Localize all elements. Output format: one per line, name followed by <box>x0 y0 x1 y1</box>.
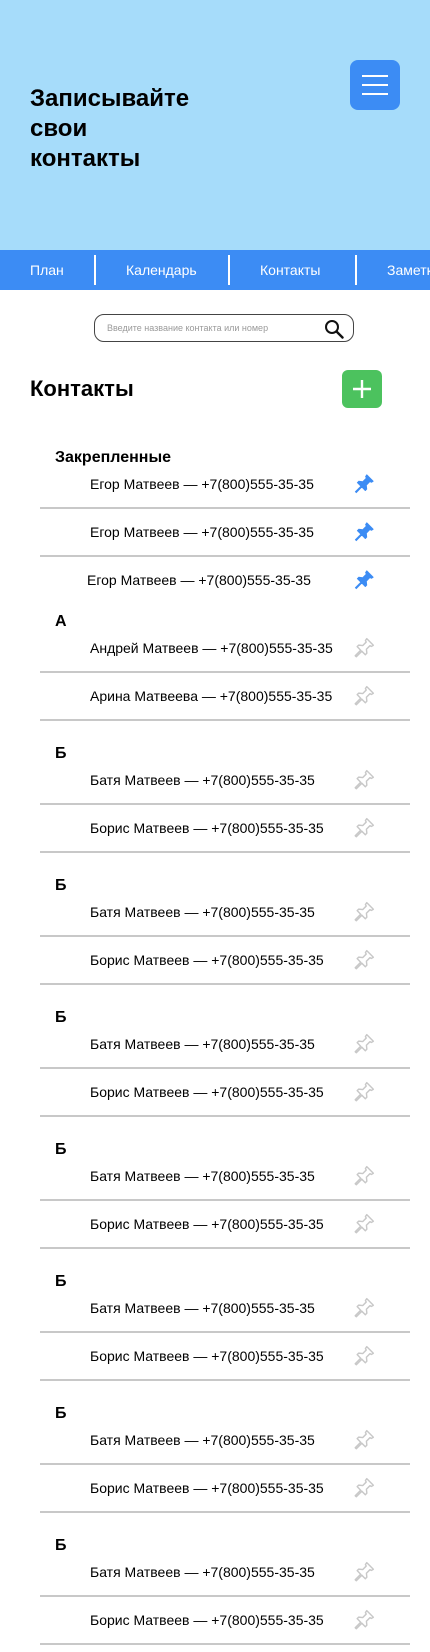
row-divider <box>40 803 410 805</box>
plus-icon <box>353 380 371 398</box>
hero-banner: Записывайте свои контакты <box>0 0 430 250</box>
contact-row-text[interactable]: Егор Матвеев — +7(800)555-35-35 <box>90 475 314 493</box>
nav-divider <box>228 255 230 285</box>
contact-row-text[interactable]: Борис Матвеев — +7(800)555-35-35 <box>90 1479 324 1497</box>
contact-row-text[interactable]: Борис Матвеев — +7(800)555-35-35 <box>90 1347 324 1365</box>
section-title: А <box>55 613 67 630</box>
contact-row-text[interactable]: Борис Матвеев — +7(800)555-35-35 <box>90 1215 324 1233</box>
contact-row-text[interactable]: Борис Матвеев — +7(800)555-35-35 <box>90 1611 324 1629</box>
contact-row-text[interactable]: Борис Матвеев — +7(800)555-35-35 <box>90 819 324 837</box>
pin-outline-icon[interactable] <box>353 1165 375 1187</box>
pin-outline-icon[interactable] <box>353 1033 375 1055</box>
nav-divider <box>355 255 357 285</box>
section-title: Б <box>55 1009 67 1026</box>
pin-filled-icon[interactable] <box>353 569 375 591</box>
row-divider <box>40 983 410 985</box>
pin-outline-icon[interactable] <box>353 1081 375 1103</box>
contact-row-text[interactable]: Егор Матвеев — +7(800)555-35-35 <box>87 571 311 589</box>
row-divider <box>40 1331 410 1333</box>
section-title: Б <box>55 745 67 762</box>
nav-item-notes[interactable]: Заметки <box>387 250 430 290</box>
section-title: Б <box>55 1141 67 1158</box>
contact-row-text[interactable]: Борис Матвеев — +7(800)555-35-35 <box>90 1083 324 1101</box>
search-icon[interactable] <box>324 319 344 339</box>
menu-line <box>362 84 388 86</box>
contact-row-text[interactable]: Батя Матвеев — +7(800)555-35-35 <box>90 1299 315 1317</box>
hero-title: Записывайте свои контакты <box>30 85 190 172</box>
section-title: Б <box>55 877 67 894</box>
row-divider <box>40 1643 410 1645</box>
row-divider <box>40 1115 410 1117</box>
pin-outline-icon[interactable] <box>353 1609 375 1631</box>
pin-outline-icon[interactable] <box>353 769 375 791</box>
contact-row-text[interactable]: Батя Матвеев — +7(800)555-35-35 <box>90 1035 315 1053</box>
row-divider <box>40 1199 410 1201</box>
contact-row-text[interactable]: Батя Матвеев — +7(800)555-35-35 <box>90 1431 315 1449</box>
pin-outline-icon[interactable] <box>353 1297 375 1319</box>
pin-outline-icon[interactable] <box>353 637 375 659</box>
row-divider <box>40 507 410 509</box>
pin-outline-icon[interactable] <box>353 901 375 923</box>
pin-filled-icon[interactable] <box>353 521 375 543</box>
pin-filled-icon[interactable] <box>353 473 375 495</box>
nav-item-contacts[interactable]: Контакты <box>260 250 320 290</box>
row-divider <box>40 555 410 557</box>
row-divider <box>40 935 410 937</box>
top-nav: План Календарь Контакты Заметки <box>0 250 430 290</box>
row-divider <box>40 719 410 721</box>
section-title: Б <box>55 1405 67 1422</box>
row-divider <box>40 671 410 673</box>
pin-outline-icon[interactable] <box>353 1561 375 1583</box>
contact-row-text[interactable]: Арина Матвеева — +7(800)555-35-35 <box>90 687 332 705</box>
pin-outline-icon[interactable] <box>353 1429 375 1451</box>
contact-row-text[interactable]: Егор Матвеев — +7(800)555-35-35 <box>90 523 314 541</box>
pin-outline-icon[interactable] <box>353 817 375 839</box>
nav-divider <box>94 255 96 285</box>
add-contact-button[interactable] <box>342 370 382 408</box>
nav-item-plan[interactable]: План <box>30 250 64 290</box>
section-title: Б <box>55 1273 67 1290</box>
hamburger-menu-button[interactable] <box>350 60 400 110</box>
row-divider <box>40 1511 410 1513</box>
contact-row-text[interactable]: Андрей Матвеев — +7(800)555-35-35 <box>90 639 333 657</box>
contact-row-text[interactable]: Батя Матвеев — +7(800)555-35-35 <box>90 771 315 789</box>
row-divider <box>40 1379 410 1381</box>
row-divider <box>40 1463 410 1465</box>
pin-outline-icon[interactable] <box>353 949 375 971</box>
menu-line <box>362 75 388 77</box>
section-title: Б <box>55 1537 67 1554</box>
search-box <box>94 314 354 342</box>
page-title: Контакты <box>30 376 134 401</box>
menu-line <box>362 93 388 95</box>
contact-row-text[interactable]: Борис Матвеев — +7(800)555-35-35 <box>90 951 324 969</box>
row-divider <box>40 1595 410 1597</box>
search-input[interactable] <box>107 319 307 337</box>
pin-outline-icon[interactable] <box>353 1345 375 1367</box>
row-divider <box>40 851 410 853</box>
pin-outline-icon[interactable] <box>353 1213 375 1235</box>
pin-outline-icon[interactable] <box>353 685 375 707</box>
section-title: Закрепленные <box>55 449 172 466</box>
contact-row-text[interactable]: Батя Матвеев — +7(800)555-35-35 <box>90 1167 315 1185</box>
contact-row-text[interactable]: Батя Матвеев — +7(800)555-35-35 <box>90 903 315 921</box>
contact-row-text[interactable]: Батя Матвеев — +7(800)555-35-35 <box>90 1563 315 1581</box>
row-divider <box>40 1247 410 1249</box>
pin-outline-icon[interactable] <box>353 1477 375 1499</box>
row-divider <box>40 1067 410 1069</box>
nav-item-calendar[interactable]: Календарь <box>126 250 197 290</box>
